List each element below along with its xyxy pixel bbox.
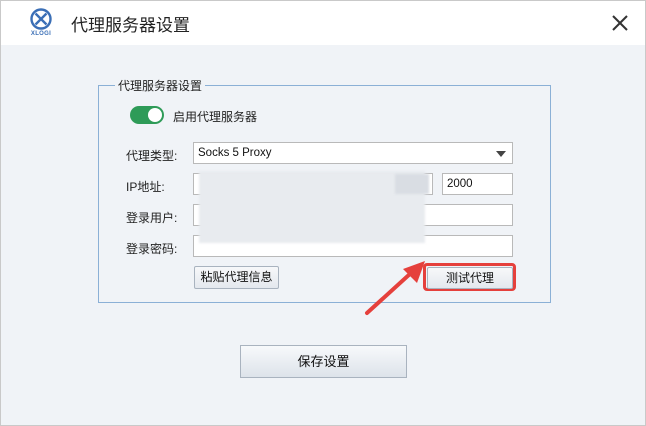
chevron-down-icon bbox=[496, 151, 506, 157]
port-value: 2000 bbox=[447, 178, 473, 190]
logo-text: XLOGI bbox=[30, 31, 52, 37]
port-input[interactable]: 2000 bbox=[442, 173, 513, 195]
enable-proxy-label: 启用代理服务器 bbox=[173, 110, 258, 124]
toggle-knob bbox=[148, 108, 162, 122]
enable-proxy-toggle[interactable] bbox=[130, 106, 164, 124]
test-proxy-button[interactable]: 测试代理 bbox=[427, 267, 513, 289]
proxy-settings-group: 代理服务器设置 启用代理服务器 代理类型: Socks 5 Proxy IP地址… bbox=[98, 77, 551, 303]
paste-proxy-info-button[interactable]: 粘贴代理信息 bbox=[194, 266, 279, 289]
title-bar: XLOGI 代理服务器设置 bbox=[1, 1, 645, 45]
login-user-label: 登录用户: bbox=[126, 211, 178, 225]
login-password-label: 登录密码: bbox=[126, 242, 178, 256]
redacted-area bbox=[199, 171, 425, 243]
group-legend: 代理服务器设置 bbox=[115, 77, 206, 94]
arrow-annotation-icon bbox=[365, 261, 425, 315]
close-icon[interactable] bbox=[606, 9, 634, 37]
proxy-type-value: Socks 5 Proxy bbox=[198, 147, 272, 159]
ip-address-label: IP地址: bbox=[126, 180, 165, 194]
proxy-type-label: 代理类型: bbox=[126, 149, 178, 163]
xlogi-logo: XLOGI bbox=[23, 7, 59, 39]
proxy-type-select[interactable]: Socks 5 Proxy bbox=[193, 142, 513, 164]
redacted-area-port bbox=[395, 174, 429, 194]
dialog-title: 代理服务器设置 bbox=[71, 16, 190, 35]
dialog-body: 代理服务器设置 启用代理服务器 代理类型: Socks 5 Proxy IP地址… bbox=[1, 45, 645, 425]
save-settings-button[interactable]: 保存设置 bbox=[240, 345, 407, 378]
proxy-settings-dialog: XLOGI 代理服务器设置 代理服务器设置 启用代理服务器 代理类型: Sock… bbox=[0, 0, 646, 426]
